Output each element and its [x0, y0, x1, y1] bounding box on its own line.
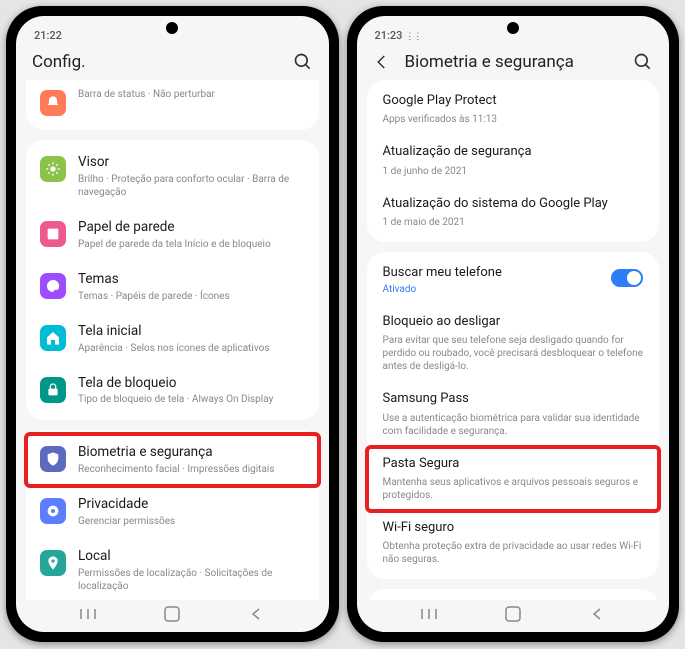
list-item-wallpaper[interactable]: Papel de parede Papel de parede da tela … [26, 209, 319, 261]
nav-recents[interactable] [63, 607, 113, 621]
row-subtitle: 1 de maio de 2021 [383, 216, 644, 229]
card-peek: Private Share [367, 589, 660, 600]
sun-icon [40, 156, 66, 182]
list-item[interactable]: Barra de status · Não perturbar [26, 84, 319, 126]
row-subtitle: Temas · Papéis de parede · Ícones [78, 290, 305, 303]
list-item-themes[interactable]: Temas Temas · Papéis de parede · Ícones [26, 261, 319, 313]
row-title: Buscar meu telefone [383, 265, 610, 281]
phone-right: 21:23 ⋮⋮ Biometria e segurança Google Pl… [347, 6, 680, 642]
palette-icon [40, 273, 66, 299]
row-subtitle: Use a autenticação biométrica para valid… [383, 412, 644, 438]
row-subtitle: Reconhecimento facial · Impressões digit… [78, 463, 305, 476]
row-title: Papel de parede [78, 219, 305, 236]
nav-recents[interactable] [404, 607, 454, 621]
row-title: Atualização do sistema do Google Play [383, 196, 644, 212]
row-subtitle: Aparência · Selos nos ícones de aplicati… [78, 342, 305, 355]
status-time: 21:22 [34, 29, 62, 42]
screen-left: 21:22 Config. Barra de status · Não pert… [16, 16, 329, 632]
toggle-switch[interactable] [611, 269, 643, 287]
row-title: Bloqueio ao desligar [383, 314, 644, 330]
card-updates: Google Play Protect Apps verificados às … [367, 80, 660, 242]
nav-bar [357, 600, 670, 632]
list-item-play-system-update[interactable]: Atualização do sistema do Google Play 1 … [367, 187, 660, 238]
page-title: Config. [32, 52, 293, 72]
bell-icon [40, 90, 66, 116]
row-text: Barra de status · Não perturbar [78, 88, 305, 101]
row-subtitle: Barra de status · Não perturbar [78, 88, 305, 101]
row-subtitle: Papel de parede da tela Início e de bloq… [78, 238, 305, 251]
card-partial-top: Barra de status · Não perturbar [26, 80, 319, 130]
row-title: Tela inicial [78, 323, 305, 340]
search-icon[interactable] [293, 52, 313, 72]
card-display: Visor Brilho · Proteção para conforto oc… [26, 140, 319, 420]
home-icon [40, 325, 66, 351]
row-subtitle: Obtenha proteção extra de privacidade ao… [383, 540, 644, 566]
location-icon [40, 550, 66, 576]
row-subtitle: Apps verificados às 11:13 [383, 113, 644, 126]
header: Config. [16, 42, 329, 80]
list-item-biometrics[interactable]: Biometria e segurança Reconhecimento fac… [26, 434, 319, 486]
list-item-lockscreen[interactable]: Tela de bloqueio Tipo de bloqueio de tel… [26, 365, 319, 417]
settings-list[interactable]: Google Play Protect Apps verificados às … [357, 80, 670, 600]
privacy-icon [40, 498, 66, 524]
camera-hole [507, 22, 519, 34]
nav-home[interactable] [147, 605, 197, 623]
list-item-visor[interactable]: Visor Brilho · Proteção para conforto oc… [26, 144, 319, 209]
row-subtitle: Ativado [383, 283, 610, 296]
list-item-location[interactable]: Local Permissões de localização · Solici… [26, 538, 319, 600]
row-subtitle: Mantenha seus aplicativos e arquivos pes… [383, 476, 644, 502]
row-subtitle: Para evitar que seu telefone seja deslig… [383, 334, 644, 373]
list-item-secure-folder[interactable]: Pasta Segura Mantenha seus aplicativos e… [367, 447, 660, 511]
row-title: Atualização de segurança [383, 144, 644, 160]
card-security: Biometria e segurança Reconhecimento fac… [26, 430, 319, 600]
list-item-privacy[interactable]: Privacidade Gerenciar permissões [26, 486, 319, 538]
nav-home[interactable] [488, 605, 538, 623]
row-subtitle: Permissões de localização · Solicitações… [78, 567, 305, 593]
back-icon[interactable] [373, 53, 391, 71]
lock-icon [40, 377, 66, 403]
list-item-samsung-pass[interactable]: Samsung Pass Use a autenticação biométri… [367, 382, 660, 446]
row-title: Samsung Pass [383, 391, 644, 407]
list-item-home[interactable]: Tela inicial Aparência · Selos nos ícone… [26, 313, 319, 365]
card-security-options: Buscar meu telefone Ativado Bloqueio ao … [367, 252, 660, 579]
row-title: Biometria e segurança [78, 444, 305, 461]
row-title: Wi-Fi seguro [383, 520, 644, 536]
status-dots: ⋮⋮ [405, 32, 421, 42]
row-subtitle: Gerenciar permissões [78, 515, 305, 528]
phone-left: 21:22 Config. Barra de status · Não pert… [6, 6, 339, 642]
nav-bar [16, 600, 329, 632]
row-title: Local [78, 548, 305, 565]
row-subtitle: Brilho · Proteção para conforto ocular ·… [78, 173, 305, 199]
list-item-security-update[interactable]: Atualização de segurança 1 de junho de 2… [367, 135, 660, 186]
nav-back[interactable] [572, 607, 622, 621]
wallpaper-icon [40, 221, 66, 247]
page-title: Biometria e segurança [405, 52, 634, 72]
list-item-find-phone[interactable]: Buscar meu telefone Ativado [367, 256, 660, 305]
shield-icon [40, 446, 66, 472]
row-title: Pasta Segura [383, 456, 644, 472]
row-title: Visor [78, 154, 305, 171]
camera-hole [166, 22, 178, 34]
nav-back[interactable] [231, 607, 281, 621]
settings-list[interactable]: Barra de status · Não perturbar Visor Br… [16, 80, 329, 600]
screen-right: 21:23 ⋮⋮ Biometria e segurança Google Pl… [357, 16, 670, 632]
search-icon[interactable] [633, 52, 653, 72]
header: Biometria e segurança [357, 42, 670, 80]
status-time: 21:23 [375, 29, 403, 42]
list-item-play-protect[interactable]: Google Play Protect Apps verificados às … [367, 84, 660, 135]
row-title: Google Play Protect [383, 93, 644, 109]
row-subtitle: 1 de junho de 2021 [383, 165, 644, 178]
list-item-poweroff-lock[interactable]: Bloqueio ao desligar Para evitar que seu… [367, 305, 660, 382]
list-item-secure-wifi[interactable]: Wi-Fi seguro Obtenha proteção extra de p… [367, 511, 660, 575]
row-title: Privacidade [78, 496, 305, 513]
row-subtitle: Tipo de bloqueio de tela · Always On Dis… [78, 393, 305, 406]
row-title: Temas [78, 271, 305, 288]
row-title: Tela de bloqueio [78, 375, 305, 392]
